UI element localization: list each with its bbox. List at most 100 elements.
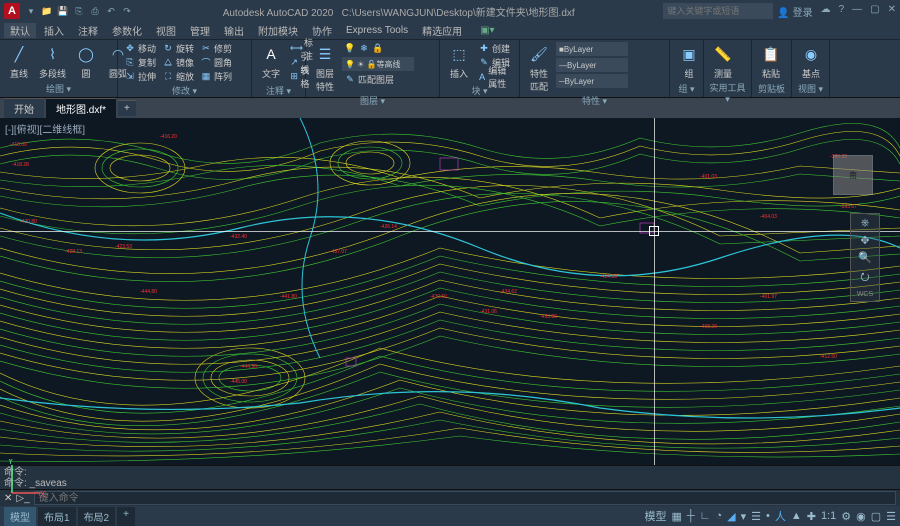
stretch-button[interactable]: ⇲拉伸 <box>122 70 158 83</box>
mirror-button[interactable]: ⧋镜像 <box>160 56 196 69</box>
tab-default[interactable]: 默认 <box>4 23 36 38</box>
panel-util-title[interactable]: 实用工具 ▾ <box>708 80 747 105</box>
paste-button[interactable]: 📋粘贴 <box>756 42 786 80</box>
scale-button[interactable]: ⛶缩放 <box>160 70 196 83</box>
layerprops-button[interactable]: ☰图层 特性 <box>310 42 340 93</box>
nav-wheel-icon[interactable]: ⎈ <box>861 217 870 230</box>
qat-open-icon[interactable]: 📁 <box>40 4 54 18</box>
status-annoscale3-icon[interactable]: ✚ <box>807 510 816 523</box>
tab-manage[interactable]: 管理 <box>184 23 216 38</box>
ltype-combo[interactable]: ─ ByLayer <box>556 74 628 88</box>
qat-plot-icon[interactable]: ⎙ <box>88 4 102 18</box>
status-customize-icon[interactable]: ☰ <box>886 510 896 523</box>
color-combo[interactable]: ■ ByLayer <box>556 42 628 56</box>
rotate-button[interactable]: ↻旋转 <box>160 42 196 55</box>
layer-combo[interactable]: 💡 ☀ 🔓 等高线 <box>342 57 414 71</box>
panel-props-title[interactable]: 特性 ▾ <box>524 93 665 107</box>
qat-saveas-icon[interactable]: ⎘ <box>72 4 86 18</box>
qat-save-icon[interactable]: 💾 <box>56 4 70 18</box>
signin-link[interactable]: 👤 登录 <box>777 4 812 19</box>
nav-zoom-icon[interactable]: 🔍 <box>858 251 872 264</box>
panel-layer-title[interactable]: 图层 ▾ <box>310 93 435 107</box>
tab-annotate[interactable]: 注释 <box>72 23 104 38</box>
a360-icon[interactable]: ☁ <box>821 4 831 19</box>
tab-addins[interactable]: 附加模块 <box>252 23 304 38</box>
tab-insert[interactable]: 插入 <box>38 23 70 38</box>
filetab-start[interactable]: 开始 <box>4 98 44 118</box>
svg-text:-401.03: -401.03 <box>700 174 717 180</box>
layout-model[interactable]: 模型 <box>4 507 36 526</box>
status-grid-icon[interactable]: ▦ <box>671 510 681 523</box>
maximize-icon[interactable]: ▢ <box>870 4 879 19</box>
array-button[interactable]: ▦阵列 <box>198 70 234 83</box>
status-annoscale2-icon[interactable]: ▲ <box>791 510 802 522</box>
base-button[interactable]: ◉基点 <box>796 42 826 80</box>
viewport-label[interactable]: [-][俯视][二维线框] <box>5 121 85 136</box>
status-clean-icon[interactable]: ▢ <box>871 510 881 523</box>
line-button[interactable]: ╱直线 <box>4 42 34 80</box>
navigation-bar[interactable]: ⎈ ✥ 🔍 ⭮ WCS <box>850 213 880 302</box>
qat-new-icon[interactable]: ▾ <box>24 4 38 18</box>
layout-1[interactable]: 布局1 <box>38 507 76 526</box>
viewcube[interactable]: 南 <box>826 148 880 202</box>
status-polar-icon[interactable]: ◔ <box>715 510 722 522</box>
tab-output[interactable]: 输出 <box>218 23 250 38</box>
measure-button[interactable]: 📏测量 <box>708 42 738 80</box>
tab-featured[interactable]: 精选应用 <box>416 23 468 38</box>
panel-group-title[interactable]: 组 ▾ <box>674 81 699 95</box>
status-modelspace[interactable]: 模型 <box>644 508 666 524</box>
status-ws-icon[interactable]: ◉ <box>856 510 866 523</box>
panel-annot-title[interactable]: 注释 ▾ <box>256 83 301 97</box>
tab-view[interactable]: 视图 <box>150 23 182 38</box>
matchprops-button[interactable]: 🖌特性 匹配 <box>524 42 554 93</box>
close-icon[interactable]: ✕ <box>888 4 896 19</box>
text-button[interactable]: A文字 <box>256 42 286 80</box>
status-otrack-icon[interactable]: ▾ <box>741 510 747 523</box>
command-input[interactable] <box>34 491 896 505</box>
panel-modify-title[interactable]: 修改 ▾ <box>122 83 247 97</box>
qat-undo-icon[interactable]: ↶ <box>104 4 118 18</box>
blockcreate-button[interactable]: ✚创建 <box>476 42 515 55</box>
status-ortho-icon[interactable]: ∟ <box>700 510 711 522</box>
status-scale[interactable]: 1:1 <box>821 510 836 522</box>
help-icon[interactable]: ? <box>839 4 845 19</box>
insert-button[interactable]: ⬚插入 <box>444 42 474 80</box>
status-osnap-icon[interactable]: ◢ <box>727 510 735 523</box>
help-search-input[interactable] <box>663 3 773 19</box>
copy-button[interactable]: ⎘复制 <box>122 56 158 69</box>
status-annoscale-icon[interactable]: 人 <box>775 508 786 524</box>
qat-redo-icon[interactable]: ↷ <box>120 4 134 18</box>
lweight-combo[interactable]: — ByLayer <box>556 58 628 72</box>
drawing-canvas[interactable]: -418.00 -418.28 -416.20 -420.80 -428.13 … <box>0 118 900 465</box>
trim-button[interactable]: ✂修剪 <box>198 42 234 55</box>
filetab-new[interactable]: + <box>118 100 136 116</box>
tab-expand-icon[interactable]: ▣▾ <box>474 25 500 36</box>
tab-express[interactable]: Express Tools <box>340 25 414 36</box>
matchlayer-button[interactable]: ✎匹配图层 <box>342 73 414 86</box>
layout-2[interactable]: 布局2 <box>78 507 116 526</box>
attedit-button[interactable]: A编辑属性 <box>476 70 515 83</box>
svg-text:-444.80: -444.80 <box>140 289 157 295</box>
svg-text:-432.40: -432.40 <box>230 234 247 240</box>
layout-add[interactable]: + <box>117 507 135 526</box>
polyline-button[interactable]: ⌇多段线 <box>36 42 69 80</box>
svg-text:-441.80: -441.80 <box>280 294 297 300</box>
minimize-icon[interactable]: — <box>852 4 862 19</box>
status-gear-icon[interactable]: ⚙ <box>841 510 851 523</box>
panel-view-title[interactable]: 视图 ▾ <box>796 81 825 95</box>
app-logo[interactable]: A <box>4 3 20 19</box>
nav-pan-icon[interactable]: ✥ <box>860 234 869 247</box>
status-snap-icon[interactable]: ┼ <box>687 510 695 522</box>
filetab-active[interactable]: 地形图.dxf* <box>46 98 116 118</box>
command-history[interactable]: 命令: 命令: _saveas <box>0 465 900 489</box>
panel-draw-title[interactable]: 绘图 ▾ <box>4 81 113 95</box>
panel-block-title[interactable]: 块 ▾ <box>444 83 515 97</box>
fillet-button[interactable]: ⌒圆角 <box>198 56 234 69</box>
move-button[interactable]: ✥移动 <box>122 42 158 55</box>
panel-clip-title[interactable]: 剪贴板 <box>756 81 787 95</box>
group-button[interactable]: ▣组 <box>674 42 704 80</box>
status-lwt-icon[interactable]: ☰ <box>751 510 761 523</box>
tab-parametric[interactable]: 参数化 <box>106 23 148 38</box>
nav-orbit-icon[interactable]: ⭮ <box>860 268 869 287</box>
circle-button[interactable]: ◯圆 <box>71 42 101 80</box>
